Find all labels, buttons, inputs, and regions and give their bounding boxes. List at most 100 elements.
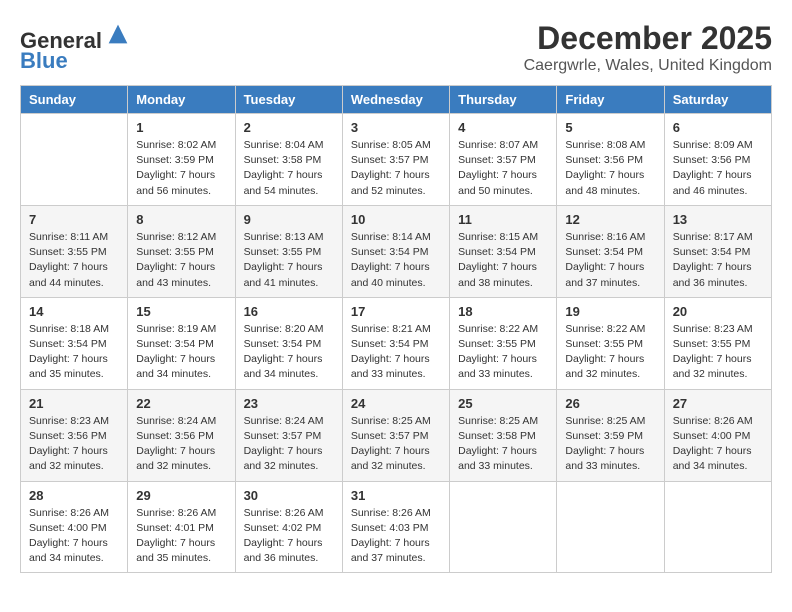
logo: General Blue bbox=[20, 20, 132, 73]
weekday-header-thursday: Thursday bbox=[450, 86, 557, 114]
weekday-header-saturday: Saturday bbox=[664, 86, 771, 114]
day-number: 9 bbox=[244, 212, 334, 227]
day-number: 24 bbox=[351, 396, 441, 411]
day-info: Sunrise: 8:26 AM Sunset: 4:02 PM Dayligh… bbox=[244, 506, 334, 567]
day-number: 14 bbox=[29, 304, 119, 319]
calendar-cell: 10 Sunrise: 8:14 AM Sunset: 3:54 PM Dayli… bbox=[342, 205, 449, 297]
calendar-cell: 8 Sunrise: 8:12 AM Sunset: 3:55 PM Daylig… bbox=[128, 205, 235, 297]
day-number: 5 bbox=[565, 120, 655, 135]
day-number: 2 bbox=[244, 120, 334, 135]
weekday-header-wednesday: Wednesday bbox=[342, 86, 449, 114]
calendar-cell bbox=[557, 481, 664, 573]
calendar-cell: 19 Sunrise: 8:22 AM Sunset: 3:55 PM Dayli… bbox=[557, 297, 664, 389]
month-title: December 2025 bbox=[524, 20, 772, 57]
calendar-cell: 13Sunrise: 8:17 AM Sunset: 3:54 PM Dayli… bbox=[664, 205, 771, 297]
day-info: Sunrise: 8:22 AM Sunset: 3:55 PM Dayligh… bbox=[458, 322, 548, 383]
day-info: Sunrise: 8:13 AM Sunset: 3:55 PM Dayligh… bbox=[244, 230, 334, 291]
calendar-week-row: 28 Sunrise: 8:26 AM Sunset: 4:00 PM Dayli… bbox=[21, 481, 772, 573]
calendar-cell: 21Sunrise: 8:23 AM Sunset: 3:56 PM Dayli… bbox=[21, 389, 128, 481]
day-number: 17 bbox=[351, 304, 441, 319]
calendar-cell: 9 Sunrise: 8:13 AM Sunset: 3:55 PM Daylig… bbox=[235, 205, 342, 297]
calendar-cell: 29Sunrise: 8:26 AM Sunset: 4:01 PM Dayli… bbox=[128, 481, 235, 573]
calendar-cell: 16 Sunrise: 8:20 AM Sunset: 3:54 PM Dayli… bbox=[235, 297, 342, 389]
calendar-cell bbox=[664, 481, 771, 573]
calendar-cell: 26Sunrise: 8:25 AM Sunset: 3:59 PM Dayli… bbox=[557, 389, 664, 481]
day-number: 10 bbox=[351, 212, 441, 227]
day-info: Sunrise: 8:26 AM Sunset: 4:00 PM Dayligh… bbox=[29, 506, 119, 567]
day-info: Sunrise: 8:26 AM Sunset: 4:03 PM Dayligh… bbox=[351, 506, 441, 567]
day-number: 6 bbox=[673, 120, 763, 135]
day-info: Sunrise: 8:17 AM Sunset: 3:54 PM Dayligh… bbox=[673, 230, 763, 291]
calendar-week-row: 7 Sunrise: 8:11 AM Sunset: 3:55 PM Daylig… bbox=[21, 205, 772, 297]
day-number: 11 bbox=[458, 212, 548, 227]
day-info: Sunrise: 8:25 AM Sunset: 3:58 PM Dayligh… bbox=[458, 414, 548, 475]
calendar-week-row: 14 Sunrise: 8:18 AM Sunset: 3:54 PM Dayli… bbox=[21, 297, 772, 389]
calendar-cell: 18 Sunrise: 8:22 AM Sunset: 3:55 PM Dayli… bbox=[450, 297, 557, 389]
calendar-week-row: 21Sunrise: 8:23 AM Sunset: 3:56 PM Dayli… bbox=[21, 389, 772, 481]
day-number: 8 bbox=[136, 212, 226, 227]
day-info: Sunrise: 8:07 AM Sunset: 3:57 PM Dayligh… bbox=[458, 138, 548, 199]
day-info: Sunrise: 8:02 AM Sunset: 3:59 PM Dayligh… bbox=[136, 138, 226, 199]
calendar-cell: 15Sunrise: 8:19 AM Sunset: 3:54 PM Dayli… bbox=[128, 297, 235, 389]
day-info: Sunrise: 8:11 AM Sunset: 3:55 PM Dayligh… bbox=[29, 230, 119, 291]
day-number: 18 bbox=[458, 304, 548, 319]
day-info: Sunrise: 8:04 AM Sunset: 3:58 PM Dayligh… bbox=[244, 138, 334, 199]
day-info: Sunrise: 8:24 AM Sunset: 3:57 PM Dayligh… bbox=[244, 414, 334, 475]
calendar-cell bbox=[450, 481, 557, 573]
day-number: 23 bbox=[244, 396, 334, 411]
calendar-cell: 2 Sunrise: 8:04 AM Sunset: 3:58 PM Daylig… bbox=[235, 114, 342, 206]
weekday-header-row: SundayMondayTuesdayWednesdayThursdayFrid… bbox=[21, 86, 772, 114]
day-info: Sunrise: 8:12 AM Sunset: 3:55 PM Dayligh… bbox=[136, 230, 226, 291]
calendar-cell bbox=[21, 114, 128, 206]
weekday-header-tuesday: Tuesday bbox=[235, 86, 342, 114]
logo-blue: Blue bbox=[20, 48, 68, 73]
calendar-cell: 22Sunrise: 8:24 AM Sunset: 3:56 PM Dayli… bbox=[128, 389, 235, 481]
day-number: 28 bbox=[29, 488, 119, 503]
day-number: 27 bbox=[673, 396, 763, 411]
calendar-week-row: 1 Sunrise: 8:02 AM Sunset: 3:59 PM Daylig… bbox=[21, 114, 772, 206]
day-info: Sunrise: 8:20 AM Sunset: 3:54 PM Dayligh… bbox=[244, 322, 334, 383]
day-info: Sunrise: 8:16 AM Sunset: 3:54 PM Dayligh… bbox=[565, 230, 655, 291]
day-number: 25 bbox=[458, 396, 548, 411]
day-info: Sunrise: 8:26 AM Sunset: 4:00 PM Dayligh… bbox=[673, 414, 763, 475]
calendar-cell: 27 Sunrise: 8:26 AM Sunset: 4:00 PM Dayli… bbox=[664, 389, 771, 481]
day-number: 30 bbox=[244, 488, 334, 503]
calendar-cell: 28 Sunrise: 8:26 AM Sunset: 4:00 PM Dayli… bbox=[21, 481, 128, 573]
calendar-cell: 6Sunrise: 8:09 AM Sunset: 3:56 PM Daylig… bbox=[664, 114, 771, 206]
calendar-cell: 4 Sunrise: 8:07 AM Sunset: 3:57 PM Daylig… bbox=[450, 114, 557, 206]
day-number: 19 bbox=[565, 304, 655, 319]
weekday-header-monday: Monday bbox=[128, 86, 235, 114]
day-number: 20 bbox=[673, 304, 763, 319]
day-number: 16 bbox=[244, 304, 334, 319]
weekday-header-friday: Friday bbox=[557, 86, 664, 114]
calendar-cell: 5 Sunrise: 8:08 AM Sunset: 3:56 PM Daylig… bbox=[557, 114, 664, 206]
calendar-cell: 25 Sunrise: 8:25 AM Sunset: 3:58 PM Dayli… bbox=[450, 389, 557, 481]
page-header: General Blue December 2025 Caergwrle, Wa… bbox=[20, 20, 772, 75]
calendar-cell: 20Sunrise: 8:23 AM Sunset: 3:55 PM Dayli… bbox=[664, 297, 771, 389]
day-number: 3 bbox=[351, 120, 441, 135]
calendar-cell: 11Sunrise: 8:15 AM Sunset: 3:54 PM Dayli… bbox=[450, 205, 557, 297]
calendar-cell: 24Sunrise: 8:25 AM Sunset: 3:57 PM Dayli… bbox=[342, 389, 449, 481]
calendar-cell: 31 Sunrise: 8:26 AM Sunset: 4:03 PM Dayli… bbox=[342, 481, 449, 573]
day-info: Sunrise: 8:21 AM Sunset: 3:54 PM Dayligh… bbox=[351, 322, 441, 383]
day-number: 12 bbox=[565, 212, 655, 227]
day-number: 7 bbox=[29, 212, 119, 227]
day-number: 31 bbox=[351, 488, 441, 503]
day-number: 21 bbox=[29, 396, 119, 411]
day-info: Sunrise: 8:18 AM Sunset: 3:54 PM Dayligh… bbox=[29, 322, 119, 383]
calendar-cell: 7 Sunrise: 8:11 AM Sunset: 3:55 PM Daylig… bbox=[21, 205, 128, 297]
day-number: 1 bbox=[136, 120, 226, 135]
day-number: 4 bbox=[458, 120, 548, 135]
day-info: Sunrise: 8:22 AM Sunset: 3:55 PM Dayligh… bbox=[565, 322, 655, 383]
day-info: Sunrise: 8:08 AM Sunset: 3:56 PM Dayligh… bbox=[565, 138, 655, 199]
calendar-cell: 17 Sunrise: 8:21 AM Sunset: 3:54 PM Dayli… bbox=[342, 297, 449, 389]
logo-triangle-icon bbox=[104, 20, 132, 48]
calendar-cell: 12 Sunrise: 8:16 AM Sunset: 3:54 PM Dayli… bbox=[557, 205, 664, 297]
weekday-header-sunday: Sunday bbox=[21, 86, 128, 114]
calendar-cell: 23 Sunrise: 8:24 AM Sunset: 3:57 PM Dayli… bbox=[235, 389, 342, 481]
day-number: 15 bbox=[136, 304, 226, 319]
day-info: Sunrise: 8:14 AM Sunset: 3:54 PM Dayligh… bbox=[351, 230, 441, 291]
day-info: Sunrise: 8:24 AM Sunset: 3:56 PM Dayligh… bbox=[136, 414, 226, 475]
calendar-cell: 14 Sunrise: 8:18 AM Sunset: 3:54 PM Dayli… bbox=[21, 297, 128, 389]
calendar-table: SundayMondayTuesdayWednesdayThursdayFrid… bbox=[20, 85, 772, 573]
